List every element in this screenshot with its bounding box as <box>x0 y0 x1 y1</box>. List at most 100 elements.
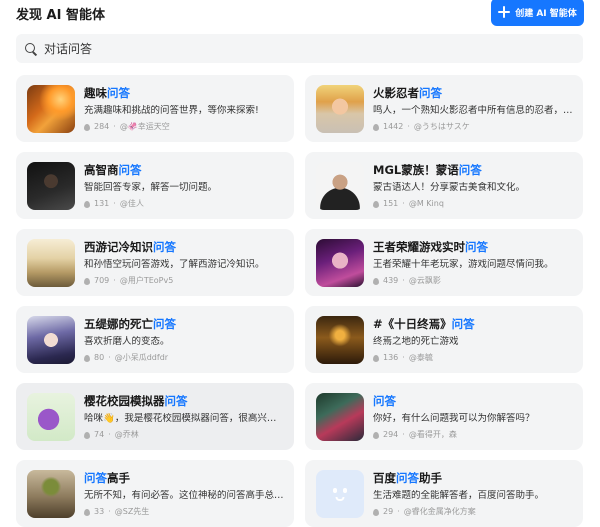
agent-meta: 709 · @用户TEoPv5 <box>84 276 284 286</box>
agent-card[interactable]: 王者荣耀游戏实时问答 王者荣耀十年老玩家，游戏问题尽情问我。 439 · @云飘影 <box>305 229 583 296</box>
agent-title: 趣味问答 <box>84 85 130 100</box>
fire-icon <box>84 200 90 208</box>
plus-icon <box>498 6 511 18</box>
agent-title: 西游记冷知识问答 <box>84 239 176 254</box>
fire-icon <box>373 431 379 439</box>
agent-author: @乔林 <box>114 429 139 439</box>
agent-meta: 284 · @🦑幸运天空 <box>84 122 284 132</box>
agent-card[interactable]: 百度问答助手 生活难题的全能解答者，百度问答助手。 29 · @睿化金属净化方案 <box>305 460 583 527</box>
popularity-count: 294 <box>383 429 399 439</box>
naruto-avatar <box>316 84 364 133</box>
agent-description: 生活难题的全能解答者，百度问答助手。 <box>373 489 545 501</box>
agent-author: @看得开，森 <box>408 429 457 439</box>
agent-description: 充满趣味和挑战的问答世界，等你来探索! <box>84 104 259 116</box>
agent-meta: 33 · @SZ先生 <box>84 507 284 517</box>
agent-author: @小呆瓜ddfdr <box>114 352 169 362</box>
journey-west-avatar <box>27 238 75 287</box>
popularity-count: 29 <box>383 506 394 516</box>
agent-title: 王者荣耀游戏实时问答 <box>373 239 488 254</box>
agent-author: @SZ先生 <box>114 506 150 516</box>
fire-icon <box>84 431 90 439</box>
plant-avatar <box>27 469 75 518</box>
agent-description: 喜欢折磨人的变态。 <box>84 335 170 347</box>
agent-description: 鸣人，一个熟知火影忍者中所有信息的忍者，能... <box>373 104 573 116</box>
agent-title: 问答高手 <box>84 470 130 485</box>
popularity-count: 80 <box>94 352 105 362</box>
popularity-count: 439 <box>383 275 399 285</box>
agent-card[interactable]: MGL蒙族！蒙语问答 蒙古语达人！分享蒙古美食和文化。 151 · @M Kinq <box>305 152 583 219</box>
agent-meta: 74 · @乔林 <box>84 430 284 440</box>
agent-card[interactable]: 趣味问答 充满趣味和挑战的问答世界，等你来探索! 284 · @🦑幸运天空 <box>16 75 294 142</box>
agent-author: @佳人 <box>119 198 144 208</box>
agent-description: 无所不知，有问必答。这位神秘的问答高手总能... <box>84 489 284 501</box>
fire-icon <box>84 508 90 516</box>
agent-title: 高智商问答 <box>84 162 142 177</box>
agent-meta: 439 · @云飘影 <box>373 276 573 286</box>
popularity-count: 131 <box>94 198 110 208</box>
popularity-count: 1442 <box>383 121 404 131</box>
agent-author: @云飘影 <box>408 275 441 285</box>
create-agent-button[interactable]: 创建 AI 智能体 <box>491 0 584 26</box>
agent-description: 和孙悟空玩问答游戏，了解西游记冷知识。 <box>84 258 265 270</box>
agent-meta: 80 · @小呆瓜ddfdr <box>84 353 284 363</box>
agent-meta: 131 · @佳人 <box>84 199 284 209</box>
agent-title: 五缇娜的死亡问答 <box>84 316 176 331</box>
create-agent-label: 创建 AI 智能体 <box>515 8 577 19</box>
search-input[interactable] <box>44 41 444 56</box>
agent-meta: 29 · @睿化金属净化方案 <box>373 507 573 517</box>
agent-description: 你好，有什么问题我可以为你解答吗？ <box>373 412 535 424</box>
man-portrait-avatar <box>27 161 75 210</box>
agent-meta: 294 · @看得开，森 <box>373 430 573 440</box>
anime-girl-avatar <box>27 315 75 364</box>
agent-description: 终焉之地的死亡游戏 <box>373 335 459 347</box>
agent-author: @泰毓 <box>408 352 433 362</box>
page-title: 发现 AI 智能体 <box>16 7 105 23</box>
agent-author: @うちはサスケ <box>413 121 470 131</box>
agent-card[interactable]: #《十日终焉》问答 终焉之地的死亡游戏 136 · @泰毓 <box>305 306 583 373</box>
popularity-count: 136 <box>383 352 399 362</box>
agent-meta: 1442 · @うちはサスケ <box>373 122 573 132</box>
agent-meta: 151 · @M Kinq <box>373 199 573 209</box>
agent-card[interactable]: 西游记冷知识问答 和孙悟空玩问答游戏，了解西游记冷知识。 709 · @用户TEoP… <box>16 229 294 296</box>
robot-mouth-icon <box>335 496 345 501</box>
autumn-leaves-avatar <box>27 84 75 133</box>
agent-title: 火影忍者问答 <box>373 85 442 100</box>
fire-icon <box>84 354 90 362</box>
agent-title: 樱花校园模拟器问答 <box>84 393 188 408</box>
popularity-count: 74 <box>94 429 105 439</box>
fire-icon <box>373 277 379 285</box>
agent-card[interactable]: 高智商问答 智能回答专家，解答一切问题。 131 · @佳人 <box>16 152 294 219</box>
fire-icon <box>84 123 90 131</box>
agent-card[interactable]: 问答 你好，有什么问题我可以为你解答吗？ 294 · @看得开，森 <box>305 383 583 450</box>
fire-icon <box>84 277 90 285</box>
fire-icon <box>373 200 379 208</box>
popularity-count: 709 <box>94 275 110 285</box>
robot-face-avatar <box>316 469 364 518</box>
search-icon <box>24 42 38 56</box>
agent-description: 王者荣耀十年老玩家，游戏问题尽情问我。 <box>373 258 554 270</box>
agent-card[interactable]: 火影忍者问答 鸣人，一个熟知火影忍者中所有信息的忍者，能... 1442 · @うち… <box>305 75 583 142</box>
game-hero-avatar <box>316 238 364 287</box>
agent-card[interactable]: 问答高手 无所不知，有问必答。这位神秘的问答高手总能... 33 · @SZ先生 <box>16 460 294 527</box>
fire-icon <box>373 508 379 516</box>
man-photo-avatar <box>316 161 364 210</box>
page-header: 发现 AI 智能体 创建 AI 智能体 <box>16 0 584 26</box>
clay-figure-avatar <box>27 392 75 441</box>
fire-icon <box>373 123 379 131</box>
agent-description: 蒙古语达人！分享蒙古美食和文化。 <box>373 181 526 193</box>
agent-author: @🦑幸运天空 <box>119 121 170 131</box>
agent-title: 百度问答助手 <box>373 470 442 485</box>
agent-author: @用户TEoPv5 <box>119 275 174 285</box>
agent-meta: 136 · @泰毓 <box>373 353 573 363</box>
agent-title: 问答 <box>373 393 396 408</box>
search-bar[interactable] <box>16 34 583 63</box>
agent-card[interactable]: 樱花校园模拟器问答 哈咪👋，我是樱花校园模拟器问答，很高兴认... 74 · @乔林 <box>16 383 294 450</box>
phone-screen-avatar <box>316 392 364 441</box>
popularity-count: 151 <box>383 198 399 208</box>
book-cover-avatar <box>316 315 364 364</box>
agent-author: @M Kinq <box>408 198 444 208</box>
agent-title: MGL蒙族！蒙语问答 <box>373 162 482 177</box>
agent-description: 智能回答专家，解答一切问题。 <box>84 181 218 193</box>
agent-author: @睿化金属净化方案 <box>403 506 476 516</box>
agent-card[interactable]: 五缇娜的死亡问答 喜欢折磨人的变态。 80 · @小呆瓜ddfdr <box>16 306 294 373</box>
